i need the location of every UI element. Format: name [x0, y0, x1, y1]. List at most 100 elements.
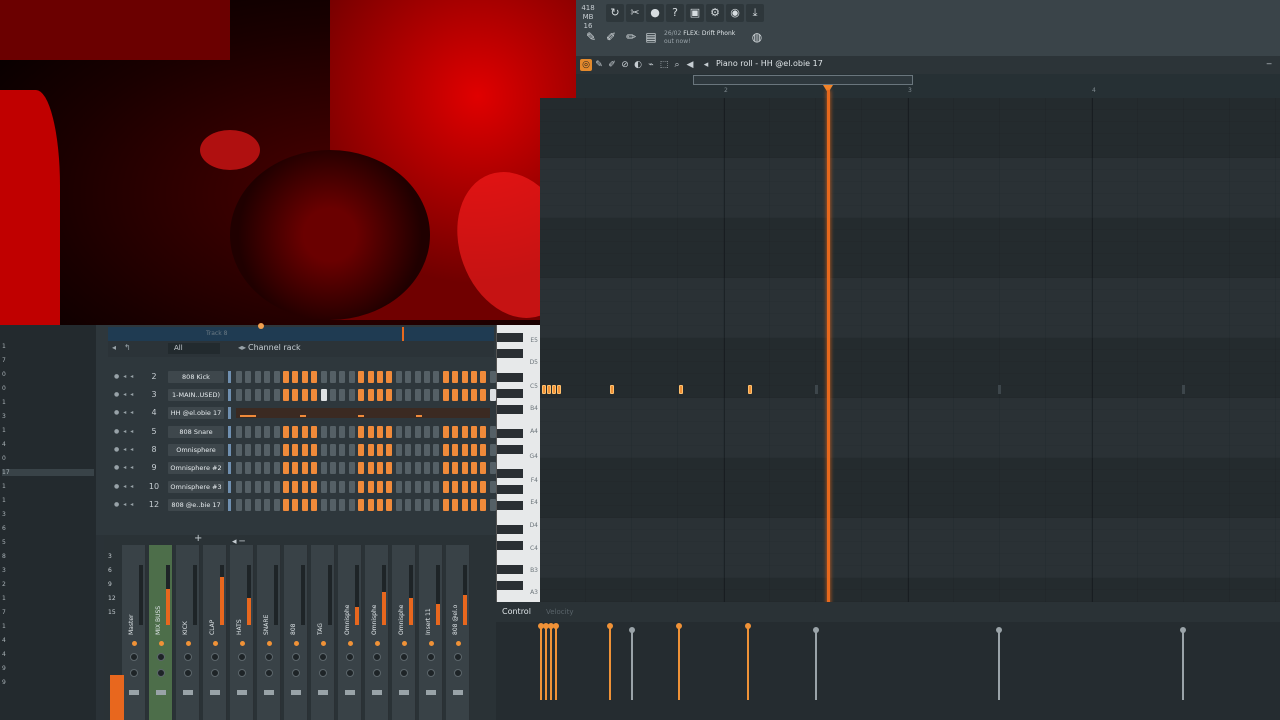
step-button[interactable] [377, 371, 383, 383]
note[interactable] [557, 385, 561, 394]
step-button[interactable] [292, 499, 299, 511]
browser-item[interactable]: 0 [2, 385, 6, 392]
step-button[interactable] [452, 444, 459, 456]
step-button[interactable] [273, 426, 280, 438]
step-button[interactable] [254, 481, 261, 493]
step-button[interactable] [236, 426, 242, 438]
step-button[interactable] [414, 389, 421, 401]
step-button[interactable] [386, 389, 393, 401]
step-button[interactable] [452, 462, 459, 474]
step-button[interactable] [283, 444, 289, 456]
mixer-strip[interactable]: CLAP [203, 545, 227, 720]
step-button[interactable] [461, 481, 468, 493]
step-button[interactable] [424, 371, 430, 383]
step-button[interactable] [367, 371, 374, 383]
channel-name-button[interactable]: Omnisphere [168, 444, 224, 456]
volume-fader[interactable] [372, 690, 382, 695]
step-button[interactable] [264, 444, 271, 456]
step-button[interactable] [424, 462, 430, 474]
step-button[interactable] [367, 426, 374, 438]
step-button[interactable] [301, 462, 308, 474]
step-button[interactable] [424, 389, 430, 401]
volume-fader[interactable] [345, 690, 355, 695]
channel-select-indicator[interactable] [228, 444, 231, 456]
browser-item[interactable]: 3 [2, 511, 6, 518]
step-button[interactable] [471, 426, 477, 438]
step-button[interactable] [292, 444, 299, 456]
volume-fader[interactable] [129, 690, 139, 695]
step-button[interactable] [405, 371, 412, 383]
step-button[interactable] [245, 389, 252, 401]
pan-knob[interactable] [319, 653, 327, 661]
step-button[interactable] [330, 389, 336, 401]
control-label[interactable]: Control [502, 607, 531, 616]
volume-fader[interactable] [210, 690, 220, 695]
mixer-strip[interactable]: Omnisphere #2 [365, 545, 389, 720]
step-button[interactable] [264, 481, 271, 493]
step-button[interactable] [405, 462, 412, 474]
step-button[interactable] [433, 481, 440, 493]
browser-item[interactable]: 9 [2, 665, 6, 672]
step-button[interactable] [471, 389, 477, 401]
step-button[interactable] [283, 426, 289, 438]
step-button[interactable] [452, 389, 459, 401]
velocity-bar[interactable] [607, 623, 613, 700]
channel-controls[interactable]: ●◂◂ [114, 501, 137, 508]
step-button[interactable] [377, 462, 383, 474]
step-button[interactable] [264, 499, 271, 511]
channel-mixer-track[interactable]: 2 [144, 372, 164, 381]
step-button[interactable] [320, 371, 327, 383]
paint-icon[interactable]: ✏ [622, 28, 640, 46]
step-button[interactable] [330, 444, 336, 456]
pan-knob[interactable] [427, 653, 435, 661]
mute-led[interactable] [321, 641, 326, 646]
step-button[interactable] [236, 462, 242, 474]
channel-rack-title[interactable]: Channel rack [248, 343, 301, 352]
step-button[interactable] [424, 426, 430, 438]
minimize-icon[interactable]: ‒ [1266, 59, 1272, 69]
step-button[interactable] [273, 462, 280, 474]
mute-tool-icon[interactable]: ◐ [632, 59, 644, 71]
step-button[interactable] [377, 499, 383, 511]
step-button[interactable] [292, 426, 299, 438]
step-button[interactable] [339, 462, 346, 474]
step-button[interactable] [301, 389, 308, 401]
step-button[interactable] [311, 481, 318, 493]
velocity-bar[interactable] [548, 623, 554, 700]
mute-led[interactable] [132, 641, 137, 646]
step-button[interactable] [283, 462, 289, 474]
step-button[interactable] [264, 389, 271, 401]
step-button[interactable] [358, 462, 365, 474]
channel-mixer-track[interactable]: 5 [144, 427, 164, 436]
volume-fader[interactable] [291, 690, 301, 695]
step-button[interactable] [433, 426, 440, 438]
mixer-strip[interactable]: Omnisphere #3 [392, 545, 416, 720]
step-button[interactable] [424, 481, 430, 493]
add-insert-icon[interactable]: + [194, 533, 202, 544]
step-button[interactable] [386, 371, 393, 383]
mini-piano-roll[interactable] [236, 408, 490, 418]
channel-select-indicator[interactable] [228, 389, 231, 401]
stereo-knob[interactable] [292, 669, 300, 677]
channel-select-indicator[interactable] [228, 499, 231, 511]
step-button[interactable] [273, 499, 280, 511]
step-button[interactable] [386, 481, 393, 493]
channel-row[interactable]: ●◂◂ 4 HH @el.obie 17 [108, 405, 494, 421]
step-button[interactable] [348, 371, 355, 383]
browser-item[interactable]: 5 [2, 539, 6, 546]
channel-name-button[interactable]: 808 Kick [168, 371, 224, 383]
zoom-tool-icon[interactable]: ⌕ [671, 59, 683, 71]
step-button[interactable] [339, 371, 346, 383]
note[interactable] [547, 385, 551, 394]
step-button[interactable] [480, 371, 487, 383]
channel-controls[interactable]: ●◂◂ [114, 446, 137, 453]
step-button[interactable] [283, 499, 289, 511]
step-button[interactable] [395, 462, 402, 474]
stereo-knob[interactable] [130, 669, 138, 677]
step-button[interactable] [452, 426, 459, 438]
timeline-ruler[interactable]: 2 3 4 [576, 74, 1280, 98]
step-button[interactable] [395, 371, 402, 383]
channel-controls[interactable]: ●◂◂ [114, 428, 137, 435]
stereo-knob[interactable] [454, 669, 462, 677]
mute-led[interactable] [186, 641, 191, 646]
